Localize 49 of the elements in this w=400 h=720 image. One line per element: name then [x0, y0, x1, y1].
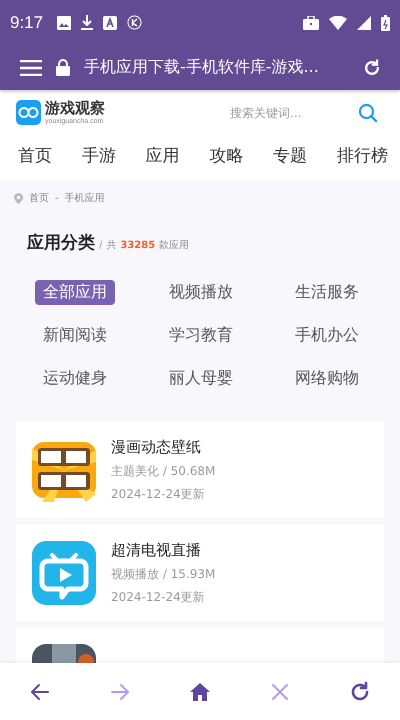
- app-name: 漫画动态壁纸: [111, 438, 202, 456]
- circle-notification-icon: [127, 15, 142, 30]
- nav-link[interactable]: 攻略: [209, 144, 244, 167]
- category-link[interactable]: 网络购物: [287, 366, 367, 391]
- title-separator: /: [99, 240, 102, 251]
- wifi-icon: [329, 16, 347, 30]
- nav-link[interactable]: 首页: [18, 144, 52, 167]
- app-card[interactable]: 漫画动态壁纸 主题美化 / 50.68M 2024-12-24更新: [16, 422, 384, 518]
- status-time: 9:17: [10, 12, 44, 32]
- category-link[interactable]: 丽人母婴: [161, 366, 241, 391]
- page-title: 手机应用下载-手机软件库-游戏...: [84, 57, 320, 78]
- search-icon[interactable]: [358, 102, 378, 122]
- category-link[interactable]: 手机办公: [287, 323, 367, 348]
- signal-icon: [357, 16, 371, 30]
- category-link[interactable]: 学习教育: [161, 323, 241, 348]
- category-link[interactable]: 运动健身: [35, 366, 115, 391]
- app-card[interactable]: 超清电视直播 视频播放 / 15.93M 2024-12-24更新: [16, 525, 384, 621]
- nav-link[interactable]: 专题: [273, 144, 308, 167]
- download-icon: [81, 15, 94, 30]
- tv-app-icon: [32, 541, 96, 605]
- search-field[interactable]: 搜索关键词...: [228, 104, 348, 120]
- section-title: 应用分类: [27, 232, 95, 254]
- category-link[interactable]: 全部应用: [35, 280, 115, 305]
- category-link[interactable]: 新闻阅读: [35, 323, 115, 348]
- logo-icon: [16, 100, 41, 125]
- update-date: 2024-12-24更新: [111, 486, 206, 502]
- app-meta: 主题美化 / 50.68M: [111, 462, 216, 480]
- count-suffix: 款应用: [159, 238, 190, 252]
- location-pin-icon: [14, 192, 23, 204]
- category-link[interactable]: 生活服务: [287, 280, 367, 305]
- nav-link[interactable]: 应用: [146, 144, 180, 167]
- lock-icon: [56, 59, 70, 76]
- category-link[interactable]: 视频播放: [161, 280, 241, 305]
- app-name: 超清电视直播: [111, 540, 202, 560]
- update-date: 2024-12-24更新: [111, 588, 206, 606]
- nav-link[interactable]: 手游: [82, 144, 116, 167]
- app-meta: 视频播放 / 15.93M: [111, 566, 216, 582]
- nav-link[interactable]: 排行榜: [336, 144, 388, 167]
- reload-icon[interactable]: [362, 58, 382, 78]
- app-card[interactable]: [16, 628, 384, 663]
- logo-name: 游戏观察: [45, 100, 105, 116]
- app-notification-icon: [103, 16, 118, 30]
- menu-icon[interactable]: [20, 60, 42, 76]
- app-count: 33285: [120, 240, 156, 251]
- battery-icon: [381, 14, 390, 30]
- breadcrumb-separator: -: [55, 192, 59, 204]
- count-prefix: 共: [106, 238, 116, 252]
- briefcase-icon: [303, 16, 319, 30]
- image-icon: [57, 16, 72, 30]
